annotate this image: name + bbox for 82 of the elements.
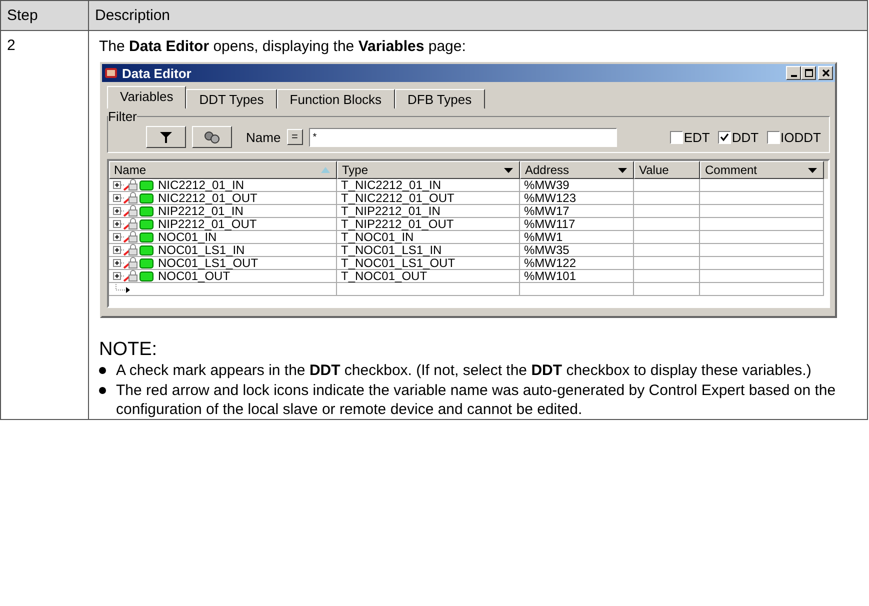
- maximize-icon: [804, 69, 812, 77]
- maximize-button[interactable]: [801, 66, 816, 80]
- expand-lock-block-icons: [113, 205, 155, 217]
- name-label: Name: [246, 130, 281, 144]
- value-cell: [634, 283, 700, 296]
- value-cell: [634, 244, 700, 257]
- address-cell: %MW123: [520, 192, 634, 205]
- grid-column-header[interactable]: Type: [337, 161, 520, 179]
- funnel-icon: [160, 131, 172, 143]
- address-cell: %MW117: [520, 218, 634, 231]
- value-cell: [634, 205, 700, 218]
- grid-column-header[interactable]: Address: [520, 161, 634, 179]
- type-cell: T_NIP2212_01_IN: [337, 205, 520, 218]
- close-button[interactable]: [818, 66, 833, 80]
- checkmark-icon: [720, 132, 729, 142]
- dropdown-icon: [618, 168, 627, 172]
- expand-lock-block-icons: [113, 257, 155, 269]
- tab[interactable]: DDT Types: [186, 89, 277, 109]
- type-cell: T_NIP2212_01_OUT: [337, 218, 520, 231]
- bullet-icon: [99, 387, 106, 394]
- circles-icon: [203, 130, 221, 144]
- variable-name: NIP2212_01_OUT: [158, 218, 257, 230]
- variable-name: NOC01_IN: [158, 230, 217, 244]
- note-title: NOTE:: [99, 340, 158, 360]
- filter-button[interactable]: [146, 126, 186, 148]
- column-header: Step: [0, 0, 88, 30]
- value-cell: [634, 218, 700, 231]
- variable-name: NIP2212_01_IN: [158, 204, 244, 218]
- address-cell: %MW1: [520, 231, 634, 244]
- address-cell: %MW39: [520, 179, 634, 192]
- name-filter-field[interactable]: *: [308, 128, 617, 146]
- minimize-button[interactable]: [786, 66, 801, 80]
- type-cell: T_NOC01_LS1_OUT: [337, 257, 520, 270]
- type-cell: T_NOC01_OUT: [337, 270, 520, 283]
- type-cell: T_NIC2212_01_IN: [337, 179, 520, 192]
- intro-text: The Data Editor opens, displaying the Variables page:: [99, 38, 467, 56]
- value-cell: [634, 179, 700, 192]
- expand-lock-block-icons: [113, 179, 155, 191]
- value-cell: [634, 231, 700, 244]
- type-checkbox[interactable]: EDT: [670, 130, 710, 144]
- value-cell: [634, 270, 700, 283]
- dropdown-icon: [504, 168, 513, 172]
- note-text: The red arrow and lock icons indicate the variable name was auto-generated by Control Expert based on the configuration of the local slave or remote device and cannot be edited.: [116, 381, 837, 419]
- grid-column-header[interactable]: Name: [109, 161, 337, 179]
- expand-lock-block-icons: [113, 244, 155, 256]
- type-cell: T_NOC01_LS1_IN: [337, 244, 520, 257]
- filter-label: Filter: [108, 109, 137, 124]
- expand-lock-block-icons: [113, 218, 155, 230]
- variable-name: NIC2212_01_IN: [158, 178, 244, 192]
- gear-cluster-button[interactable]: [192, 126, 232, 148]
- value-cell: [634, 192, 700, 205]
- sort-icon: [321, 167, 330, 173]
- equals-button[interactable]: =: [286, 129, 303, 145]
- variable-name: NOC01_LS1_IN: [158, 244, 245, 256]
- close-icon: [822, 69, 830, 77]
- expand-lock-block-icons: [113, 192, 155, 204]
- bullet-icon: [99, 367, 106, 374]
- type-cell: T_NIC2212_01_OUT: [337, 192, 520, 205]
- expand-lock-block-icons: [113, 231, 155, 243]
- variable-name: NIC2212_01_OUT: [158, 192, 258, 204]
- step-number: 2: [7, 37, 16, 54]
- note-text: A check mark appears in the DDT checkbox. (If not, select the DDT checkbox to display these variables.): [116, 361, 812, 380]
- variable-name: NOC01_LS1_OUT: [158, 256, 258, 270]
- grid-column-header[interactable]: Value: [634, 161, 700, 179]
- address-cell: %MW35: [520, 244, 634, 257]
- tab[interactable]: Function Blocks: [276, 89, 395, 109]
- address-cell: %MW17: [520, 205, 634, 218]
- expand-lock-block-icons: [113, 270, 155, 282]
- address-cell: %MW101: [520, 270, 634, 283]
- column-header: Description: [88, 0, 868, 30]
- grid-column-header[interactable]: Comment: [700, 161, 824, 179]
- window-title: Data Editor: [122, 66, 192, 80]
- variable-name: NOC01_OUT: [158, 270, 230, 282]
- app-icon: [104, 66, 118, 80]
- tab[interactable]: DFB Types: [394, 89, 485, 109]
- value-cell: [634, 257, 700, 270]
- type-checkbox[interactable]: IODDT: [766, 130, 821, 144]
- dropdown-icon: [808, 168, 817, 172]
- tab[interactable]: Variables: [107, 86, 186, 109]
- type-checkbox[interactable]: DDT: [718, 130, 759, 144]
- type-cell: T_NOC01_IN: [337, 231, 520, 244]
- address-cell: %MW122: [520, 257, 634, 270]
